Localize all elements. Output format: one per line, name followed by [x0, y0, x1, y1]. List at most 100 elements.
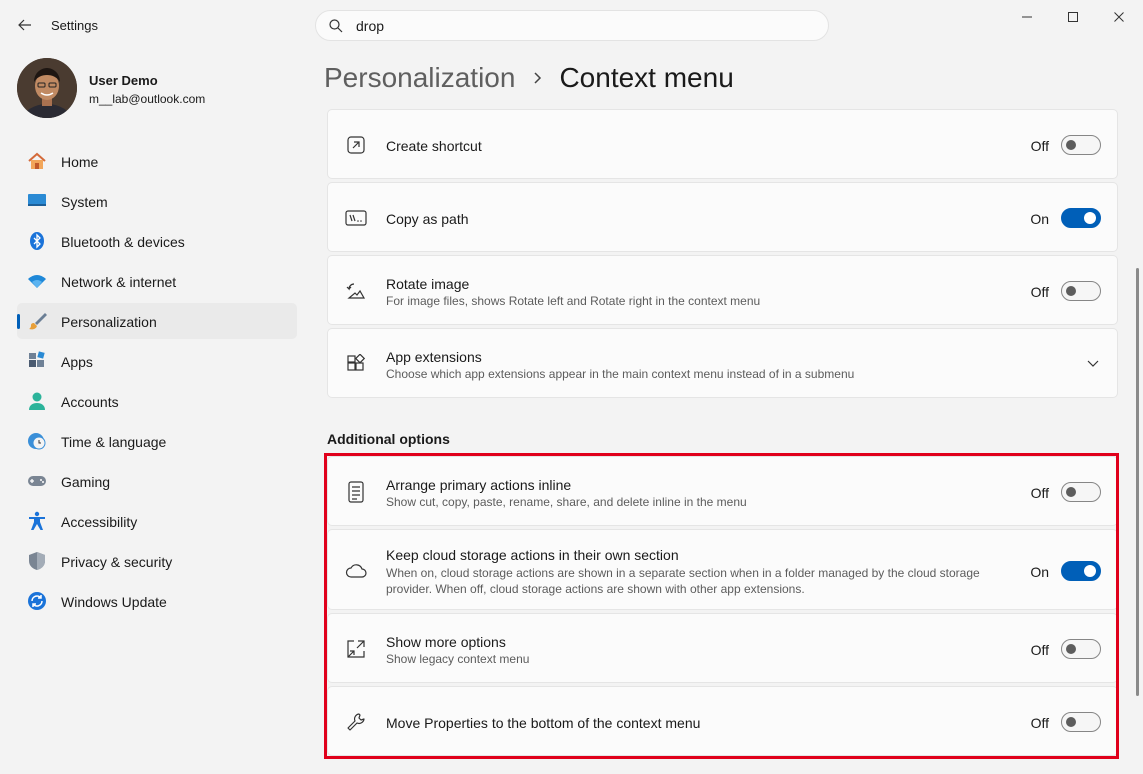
home-icon [27, 151, 47, 171]
chevron-down-icon[interactable] [1085, 356, 1101, 372]
setting-title: Rotate image [386, 276, 470, 292]
user-email: m__lab@outlook.com [89, 92, 206, 106]
search-input[interactable]: drop [356, 18, 384, 34]
search-icon [328, 18, 344, 39]
maximize-button[interactable] [1062, 8, 1084, 26]
back-button[interactable] [12, 12, 38, 38]
toggle-switch[interactable] [1061, 561, 1101, 581]
sidebar-item-home[interactable]: Home [17, 143, 297, 179]
sidebar-item-label: Privacy & security [61, 554, 173, 570]
update-icon [27, 591, 47, 611]
setting-show-more-options: Show more options Show legacy context me… [327, 613, 1118, 683]
toggle-state: Off [1030, 642, 1049, 658]
toggle-switch[interactable] [1061, 135, 1101, 155]
maximize-icon [1068, 12, 1078, 22]
sidebar-item-label: Time & language [61, 434, 167, 450]
accounts-icon [27, 391, 47, 411]
bluetooth-icon [27, 231, 47, 251]
cloud-icon [345, 560, 367, 582]
close-icon [1114, 12, 1124, 22]
toggle-switch[interactable] [1061, 482, 1101, 502]
sidebar-item-label: Network & internet [61, 274, 177, 290]
toggle-state: On [1030, 211, 1049, 227]
gamepad-icon [27, 471, 47, 491]
toggle-state: On [1030, 564, 1049, 580]
setting-description: For image files, shows Rotate left and R… [386, 294, 761, 308]
avatar [17, 58, 77, 118]
sidebar-item-personalization[interactable]: Personalization [17, 303, 297, 339]
toggle-switch[interactable] [1061, 712, 1101, 732]
sidebar-item-gaming[interactable]: Gaming [17, 463, 297, 499]
back-arrow-icon [18, 19, 31, 31]
setting-description: Choose which app extensions appear in th… [386, 367, 855, 381]
toggle-switch[interactable] [1061, 208, 1101, 228]
breadcrumb-parent[interactable]: Personalization [324, 62, 515, 94]
toggle-state: Off [1030, 715, 1049, 731]
setting-title: Show more options [386, 634, 506, 650]
setting-title: Arrange primary actions inline [386, 477, 572, 493]
search-box[interactable]: drop [315, 10, 829, 41]
setting-create-shortcut: Create shortcut Off [327, 109, 1118, 179]
expand-icon [345, 638, 367, 660]
sidebar-item-label: Bluetooth & devices [61, 234, 185, 250]
globe-clock-icon [27, 431, 47, 451]
rotate-image-icon [345, 280, 367, 302]
breadcrumb: Personalization Context menu [324, 60, 734, 96]
sidebar-nav: Home System Bluetooth & devices Network … [17, 143, 297, 623]
chevron-right-icon [533, 71, 543, 85]
toggle-state: Off [1030, 284, 1049, 300]
sidebar-item-label: Windows Update [61, 594, 167, 610]
setting-description: Show cut, copy, paste, rename, share, an… [386, 495, 747, 509]
setting-description: When on, cloud storage actions are shown… [386, 566, 980, 596]
setting-title: Copy as path [386, 211, 469, 227]
setting-rotate-image: Rotate image For image files, shows Rota… [327, 255, 1118, 325]
copy-path-icon [345, 207, 367, 229]
setting-arrange-primary-actions: Arrange primary actions inline Show cut,… [327, 456, 1118, 526]
wrench-icon [345, 711, 367, 733]
page-title: Context menu [559, 62, 734, 93]
wifi-icon [27, 271, 47, 291]
sidebar-item-privacy[interactable]: Privacy & security [17, 543, 297, 579]
setting-title: App extensions [386, 349, 482, 365]
toggle-state: Off [1030, 485, 1049, 501]
list-icon [345, 481, 367, 503]
system-icon [27, 191, 47, 211]
close-button[interactable] [1108, 8, 1130, 26]
sidebar-item-network[interactable]: Network & internet [17, 263, 297, 299]
toggle-switch[interactable] [1061, 639, 1101, 659]
minimize-icon [1022, 16, 1032, 18]
apps-icon [27, 351, 47, 371]
sidebar-item-bluetooth[interactable]: Bluetooth & devices [17, 223, 297, 259]
shortcut-icon [345, 134, 367, 156]
minimize-button[interactable] [1016, 8, 1038, 26]
sidebar-item-label: Accessibility [61, 514, 138, 530]
sidebar-item-system[interactable]: System [17, 183, 297, 219]
app-title: Settings [51, 18, 98, 33]
setting-title: Create shortcut [386, 138, 482, 154]
sidebar-item-label: Personalization [61, 314, 157, 330]
sidebar-item-apps[interactable]: Apps [17, 343, 297, 379]
section-heading: Additional options [327, 431, 450, 447]
sidebar-item-time-language[interactable]: Time & language [17, 423, 297, 459]
setting-title: Move Properties to the bottom of the con… [386, 715, 701, 731]
sidebar-item-windows-update[interactable]: Windows Update [17, 583, 297, 619]
shield-icon [27, 551, 47, 571]
accessibility-icon [27, 511, 47, 531]
sidebar-item-label: Accounts [61, 394, 119, 410]
brush-icon [27, 311, 47, 331]
toggle-state: Off [1030, 138, 1049, 154]
sidebar-item-accounts[interactable]: Accounts [17, 383, 297, 419]
setting-app-extensions[interactable]: App extensions Choose which app extensio… [327, 328, 1118, 398]
title-bar: Settings drop [0, 0, 1143, 50]
toggle-switch[interactable] [1061, 281, 1101, 301]
sidebar-item-accessibility[interactable]: Accessibility [17, 503, 297, 539]
setting-move-properties: Move Properties to the bottom of the con… [327, 686, 1118, 756]
sidebar-item-label: System [61, 194, 108, 210]
sidebar-item-label: Gaming [61, 474, 111, 490]
scrollbar[interactable] [1136, 268, 1139, 696]
sidebar-item-label: Apps [61, 354, 93, 370]
setting-cloud-storage-section: Keep cloud storage actions in their own … [327, 529, 1118, 610]
setting-title: Keep cloud storage actions in their own … [386, 547, 679, 563]
user-name: User Demo [89, 73, 158, 88]
setting-copy-as-path: Copy as path On [327, 182, 1118, 252]
